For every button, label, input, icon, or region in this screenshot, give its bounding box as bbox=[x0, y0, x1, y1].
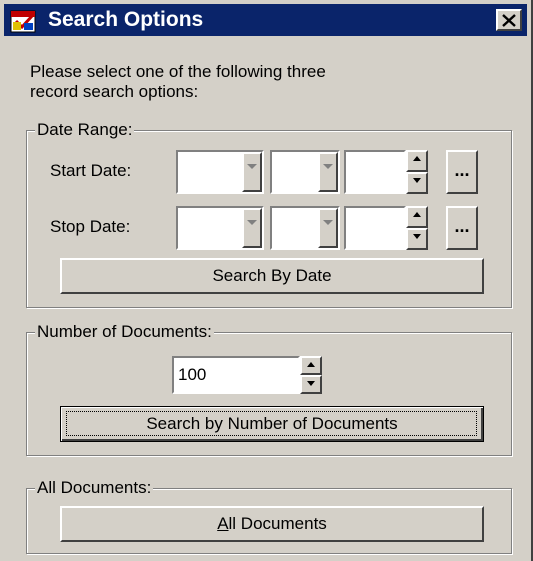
start-year-input[interactable] bbox=[344, 150, 406, 194]
start-year-spin-down[interactable] bbox=[406, 172, 428, 194]
start-month-combo[interactable] bbox=[176, 150, 264, 194]
start-date-label: Start Date: bbox=[50, 161, 132, 180]
all-documents-button[interactable]: All Documents bbox=[60, 506, 484, 542]
arrow-up-icon bbox=[413, 212, 421, 217]
accelerator-key: A bbox=[217, 514, 229, 533]
stop-month-dropdown-button[interactable] bbox=[242, 208, 262, 248]
start-month-dropdown-button[interactable] bbox=[242, 152, 262, 192]
chevron-down-icon bbox=[323, 220, 333, 225]
stop-day-dropdown-button[interactable] bbox=[318, 208, 338, 248]
search-options-dialog: Search Options Please select one of the … bbox=[0, 0, 533, 561]
all-documents-label-rest: ll Documents bbox=[228, 514, 327, 533]
date-range-legend: Date Range: bbox=[35, 120, 135, 140]
stop-day-combo[interactable] bbox=[270, 206, 340, 250]
number-of-documents-legend: Number of Documents: bbox=[35, 322, 214, 342]
ellipsis-icon: ... bbox=[454, 160, 470, 180]
arrow-down-icon bbox=[307, 381, 315, 386]
chevron-down-icon bbox=[247, 164, 257, 169]
all-documents-label: All Documents bbox=[62, 514, 482, 534]
close-button[interactable] bbox=[496, 9, 522, 31]
chevron-down-icon bbox=[323, 164, 333, 169]
search-by-date-label: Search By Date bbox=[212, 266, 332, 285]
document-count-spin-up[interactable] bbox=[300, 356, 322, 375]
stop-date-picker-button[interactable]: ... bbox=[446, 206, 478, 250]
search-by-number-button[interactable]: Search by Number of Documents bbox=[60, 406, 484, 442]
stop-date-label: Stop Date: bbox=[50, 217, 131, 236]
app-calendar-icon bbox=[10, 7, 38, 33]
search-by-date-button[interactable]: Search By Date bbox=[60, 258, 484, 294]
title-bar[interactable]: Search Options bbox=[4, 4, 527, 36]
stop-year-input[interactable] bbox=[344, 206, 406, 250]
arrow-up-icon bbox=[307, 362, 315, 367]
stop-month-combo[interactable] bbox=[176, 206, 264, 250]
stop-year-spin-up[interactable] bbox=[406, 206, 428, 228]
ellipsis-icon: ... bbox=[454, 216, 470, 236]
all-documents-legend: All Documents: bbox=[35, 478, 154, 498]
start-date-picker-button[interactable]: ... bbox=[446, 150, 478, 194]
chevron-down-icon bbox=[247, 220, 257, 225]
start-year-spinner[interactable] bbox=[406, 150, 428, 194]
arrow-down-icon bbox=[413, 178, 421, 183]
window-title: Search Options bbox=[48, 8, 204, 31]
arrow-up-icon bbox=[413, 156, 421, 161]
search-by-number-label: Search by Number of Documents bbox=[146, 414, 398, 433]
document-count-input[interactable]: 100 bbox=[172, 356, 300, 394]
start-day-dropdown-button[interactable] bbox=[318, 152, 338, 192]
start-day-combo[interactable] bbox=[270, 150, 340, 194]
document-count-spinner[interactable] bbox=[300, 356, 322, 394]
stop-year-spin-down[interactable] bbox=[406, 228, 428, 250]
start-year-spin-up[interactable] bbox=[406, 150, 428, 172]
document-count-value: 100 bbox=[178, 365, 207, 384]
arrow-down-icon bbox=[413, 234, 421, 239]
document-count-spin-down[interactable] bbox=[300, 375, 322, 394]
intro-text-line-1: Please select one of the following three bbox=[30, 62, 326, 81]
intro-text-line-2: record search options: bbox=[30, 82, 199, 101]
stop-year-spinner[interactable] bbox=[406, 206, 428, 250]
close-icon bbox=[502, 14, 516, 27]
